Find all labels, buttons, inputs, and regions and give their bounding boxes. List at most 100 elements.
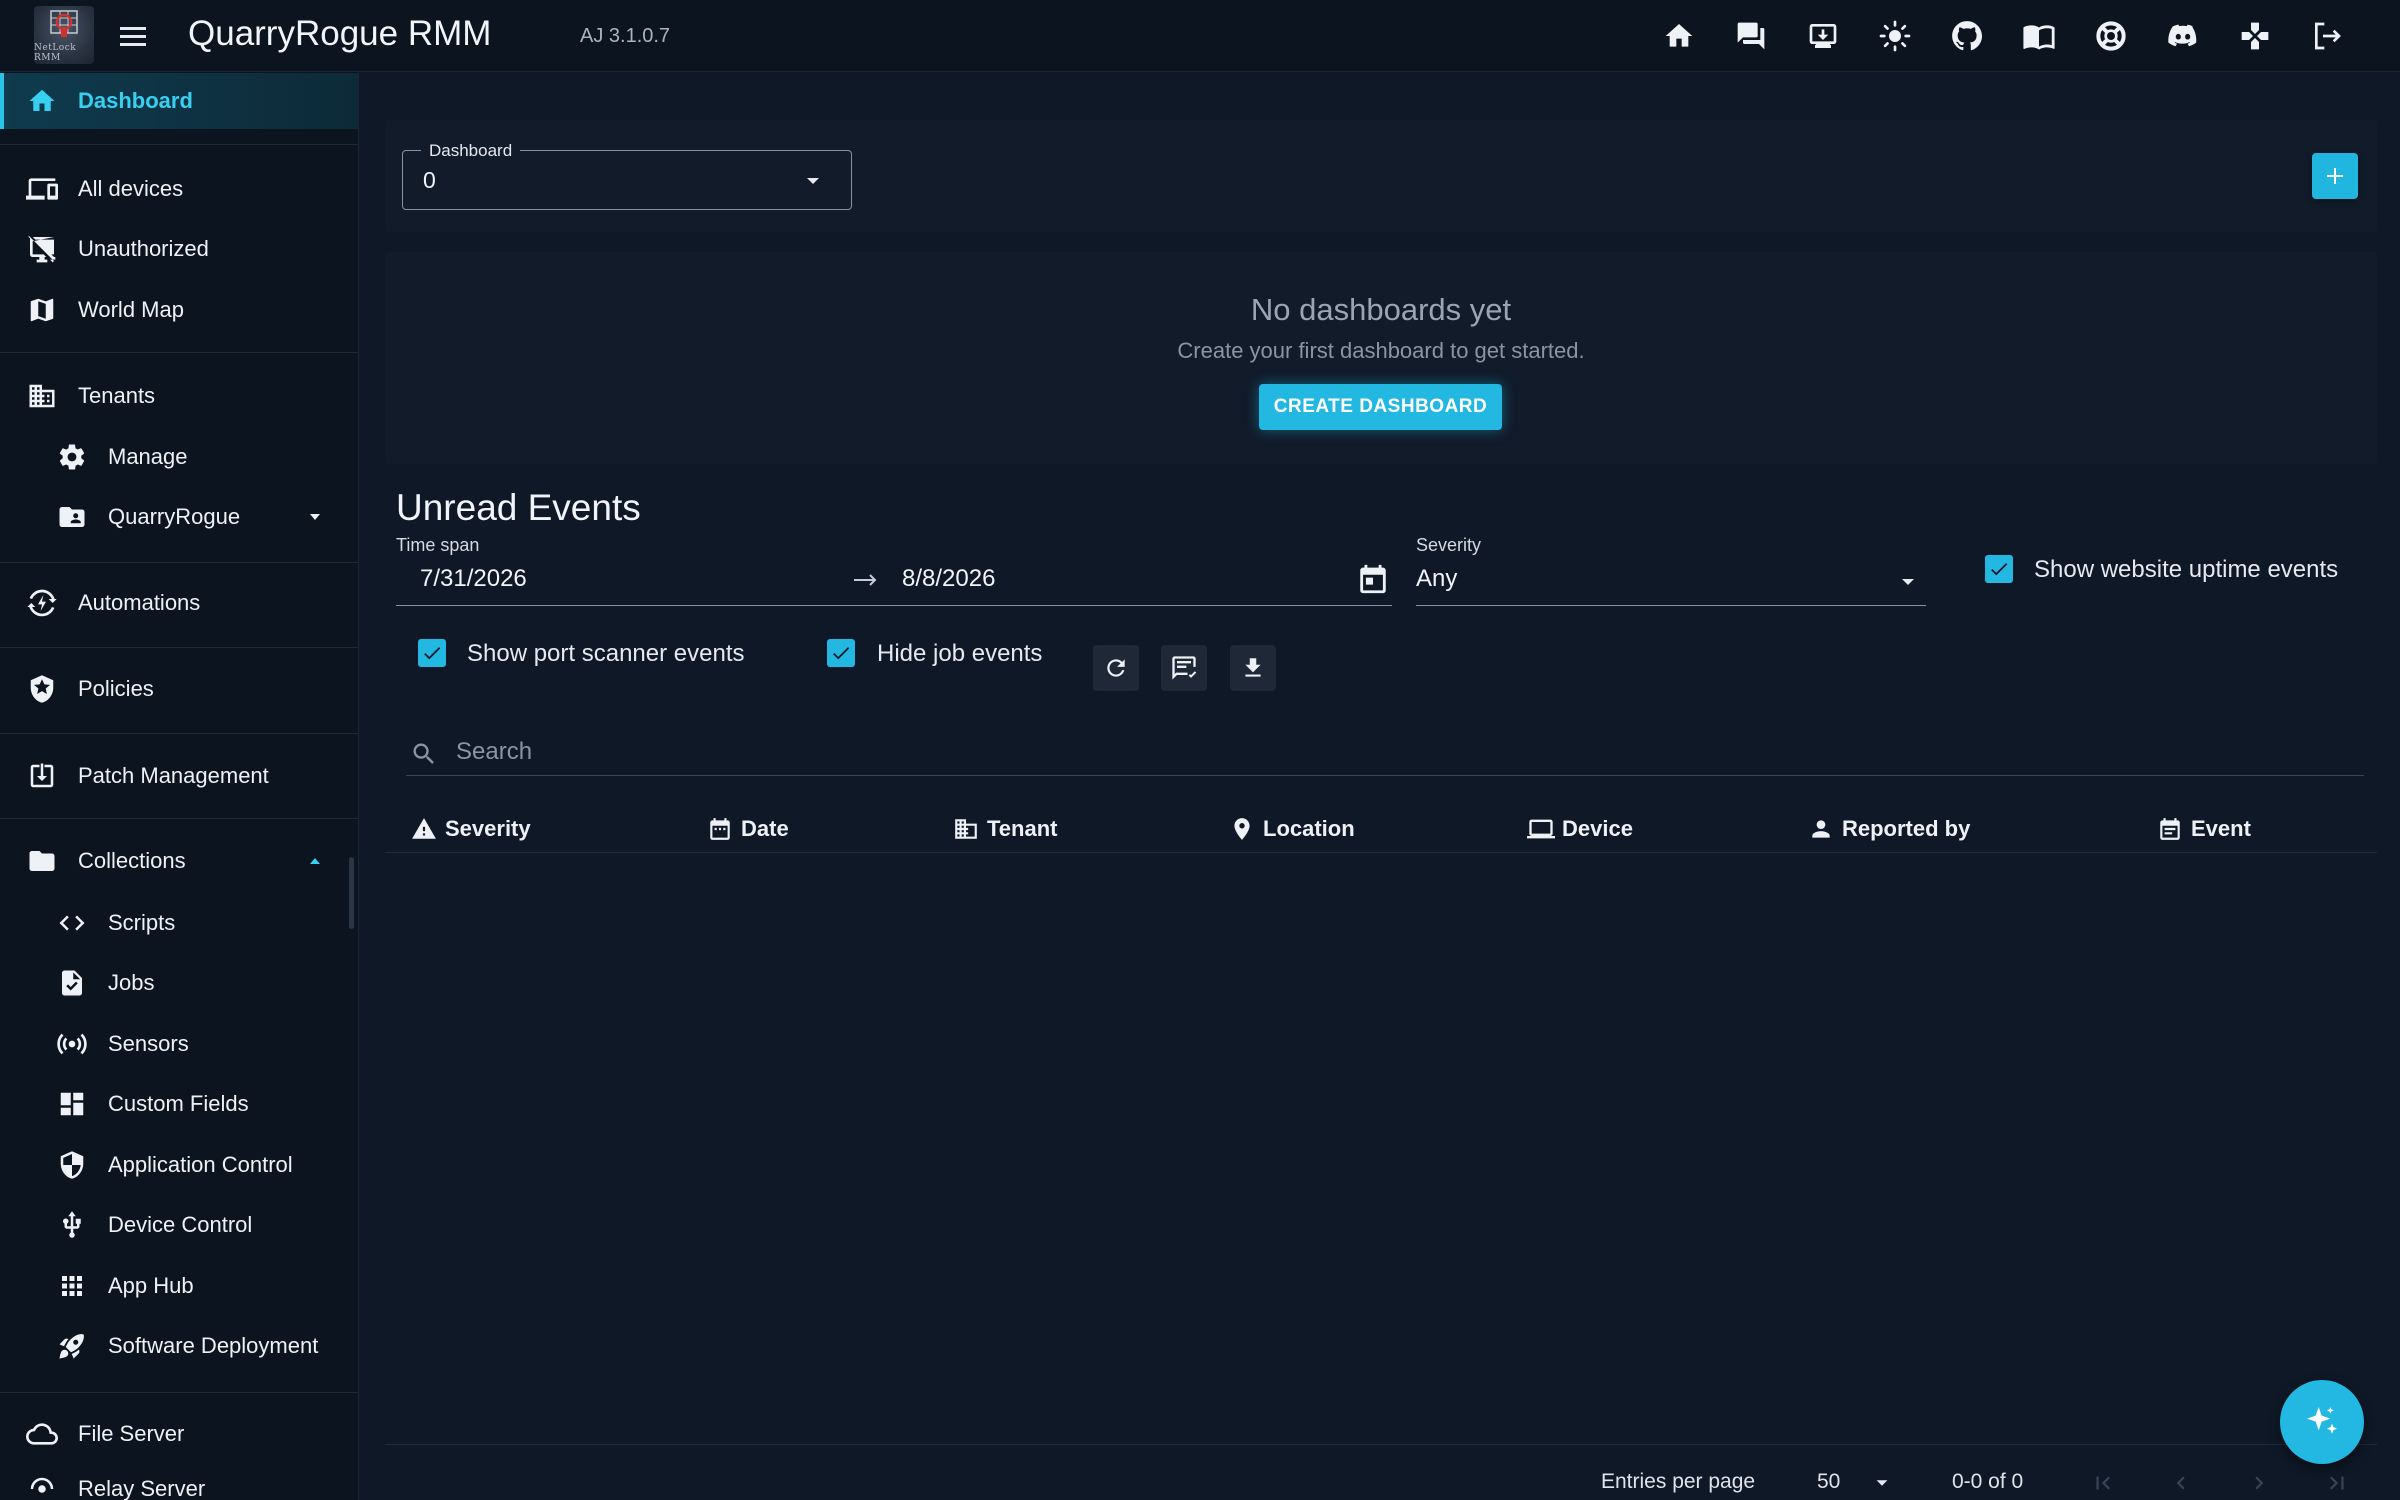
- gamepad-button[interactable]: [2237, 18, 2273, 54]
- sidebar-item-all-devices[interactable]: All devices: [0, 161, 358, 217]
- hide-job-events-label: Hide job events: [877, 640, 1043, 667]
- sidebar-item-automations[interactable]: Automations: [0, 575, 358, 631]
- ai-assistant-button[interactable]: [2280, 1380, 2364, 1464]
- theme-toggle-button[interactable]: [1877, 18, 1913, 54]
- app-bar: NetLock RMM QuarryRogue RMM AJ 3.1.0.7: [0, 0, 2400, 72]
- column-tenant[interactable]: Tenant: [951, 805, 1057, 853]
- sidebar-item-manage[interactable]: Manage: [0, 429, 358, 485]
- home-button[interactable]: [1661, 18, 1697, 54]
- sidebar-item-label: Relay Server: [78, 1476, 206, 1500]
- calendar-button[interactable]: [1356, 562, 1390, 596]
- docs-button[interactable]: [2021, 18, 2057, 54]
- sidebar-item-tenants[interactable]: Tenants: [0, 368, 358, 424]
- apps-icon: [54, 1268, 90, 1304]
- time-span-underline: [396, 605, 1392, 606]
- sidebar-item-label: All devices: [78, 176, 184, 201]
- sparkle-icon: [2307, 1407, 2337, 1434]
- hide-job-events-checkbox[interactable]: [827, 639, 855, 667]
- previous-page-button[interactable]: [2166, 1468, 2196, 1498]
- sidebar-item-label: Collections: [78, 848, 186, 873]
- menu-icon: [120, 27, 146, 46]
- column-label: Device: [1562, 816, 1633, 841]
- github-button[interactable]: [1949, 18, 1985, 54]
- sidebar-item-quarryrogue[interactable]: QuarryRogue: [0, 489, 358, 545]
- port-scanner-checkbox[interactable]: [418, 639, 446, 667]
- sidebar-item-file-server[interactable]: File Server: [0, 1406, 358, 1462]
- mark-read-button[interactable]: [1161, 645, 1207, 691]
- download-button[interactable]: [1805, 18, 1841, 54]
- column-label: Reported by: [1842, 816, 1971, 841]
- sidebar-item-jobs[interactable]: Jobs: [0, 955, 358, 1011]
- sidebar-item-software-deployment[interactable]: Software Deployment: [0, 1318, 358, 1374]
- column-device[interactable]: Device: [1526, 805, 1633, 853]
- column-severity[interactable]: Severity: [409, 805, 531, 853]
- sidebar-item-label: Tenants: [78, 383, 156, 408]
- divider: [0, 818, 358, 819]
- sidebar-item-patch-management[interactable]: Patch Management: [0, 748, 358, 804]
- column-event[interactable]: Event: [2155, 805, 2251, 853]
- check-icon: [424, 647, 441, 660]
- sidebar-item-policies[interactable]: Policies: [0, 661, 358, 717]
- rocket-icon: [54, 1328, 90, 1364]
- building-icon: [24, 378, 60, 414]
- chat-button[interactable]: [1733, 18, 1769, 54]
- logout-button[interactable]: [2309, 18, 2345, 54]
- app-version: AJ 3.1.0.7: [580, 25, 671, 47]
- relay-icon: [24, 1471, 60, 1500]
- divider: [0, 144, 358, 145]
- empty-dashboard-title: No dashboards yet: [1250, 292, 1512, 327]
- sidebar-item-relay-server[interactable]: Relay Server: [0, 1461, 358, 1500]
- sidebar-scrollbar[interactable]: [349, 857, 354, 929]
- chevron-down-icon: [1876, 1480, 1888, 1486]
- sidebar-item-unauthorized[interactable]: Unauthorized: [0, 221, 358, 277]
- sidebar-item-scripts[interactable]: Scripts: [0, 895, 358, 951]
- sidebar-item-app-hub[interactable]: App Hub: [0, 1258, 358, 1314]
- sidebar-item-application-control[interactable]: Application Control: [0, 1137, 358, 1193]
- shield-icon: [54, 1147, 90, 1183]
- export-button[interactable]: [1230, 645, 1276, 691]
- support-button[interactable]: [2093, 18, 2129, 54]
- search-icon: [413, 743, 434, 764]
- sidebar-item-world-map[interactable]: World Map: [0, 282, 358, 338]
- severity-select[interactable]: Any: [1416, 558, 1926, 604]
- sidebar-item-sensors[interactable]: Sensors: [0, 1016, 358, 1072]
- next-page-button[interactable]: [2244, 1468, 2274, 1498]
- sidebar-item-custom-fields[interactable]: Custom Fields: [0, 1076, 358, 1132]
- logo[interactable]: NetLock RMM: [34, 6, 94, 64]
- chevron-left-icon: [2176, 1476, 2185, 1490]
- sidebar-item-device-control[interactable]: Device Control: [0, 1197, 358, 1253]
- last-page-icon: [2330, 1476, 2344, 1490]
- events-title: Unread Events: [396, 487, 641, 528]
- add-dashboard-button[interactable]: [2312, 153, 2358, 199]
- entries-per-page-value: 50: [1817, 1470, 1841, 1493]
- dashboard-select[interactable]: Dashboard 0: [402, 141, 852, 210]
- first-page-button[interactable]: [2088, 1468, 2118, 1498]
- port-scanner-label: Show port scanner events: [467, 640, 745, 667]
- date-from-input[interactable]: 7/31/2026: [420, 565, 527, 593]
- column-label: Event: [2191, 816, 2251, 841]
- sidebar-item-dashboard[interactable]: Dashboard: [0, 73, 358, 129]
- sidebar-item-label: Jobs: [108, 970, 155, 995]
- chat-icon: [1737, 22, 1765, 50]
- refresh-button[interactable]: [1093, 645, 1139, 691]
- column-date[interactable]: Date: [705, 805, 789, 853]
- entries-per-page-select[interactable]: 50: [1815, 1466, 1895, 1500]
- discord-button[interactable]: [2165, 18, 2201, 54]
- sidebar-item-label: Patch Management: [78, 763, 269, 788]
- website-uptime-checkbox[interactable]: [1985, 555, 2013, 583]
- last-page-button[interactable]: [2322, 1468, 2352, 1498]
- sidebar-item-label: Software Deployment: [108, 1333, 319, 1358]
- refresh-icon: [1107, 659, 1125, 677]
- search-input[interactable]: [456, 734, 2336, 770]
- menu-toggle-button[interactable]: [118, 22, 148, 50]
- sidebar-item-collections[interactable]: Collections: [0, 833, 358, 889]
- column-location[interactable]: Location: [1227, 805, 1355, 853]
- date-to-input[interactable]: 8/8/2026: [902, 565, 995, 593]
- usb-icon: [54, 1207, 90, 1243]
- create-dashboard-button[interactable]: CREATE DASHBOARD: [1259, 384, 1502, 430]
- pagination-range: 0-0 of 0: [1952, 1470, 2024, 1493]
- location-pin-icon: [1227, 814, 1257, 844]
- chevron-right-icon: [2255, 1476, 2264, 1490]
- column-reported-by[interactable]: Reported by: [1806, 805, 1970, 853]
- divider: [0, 733, 358, 734]
